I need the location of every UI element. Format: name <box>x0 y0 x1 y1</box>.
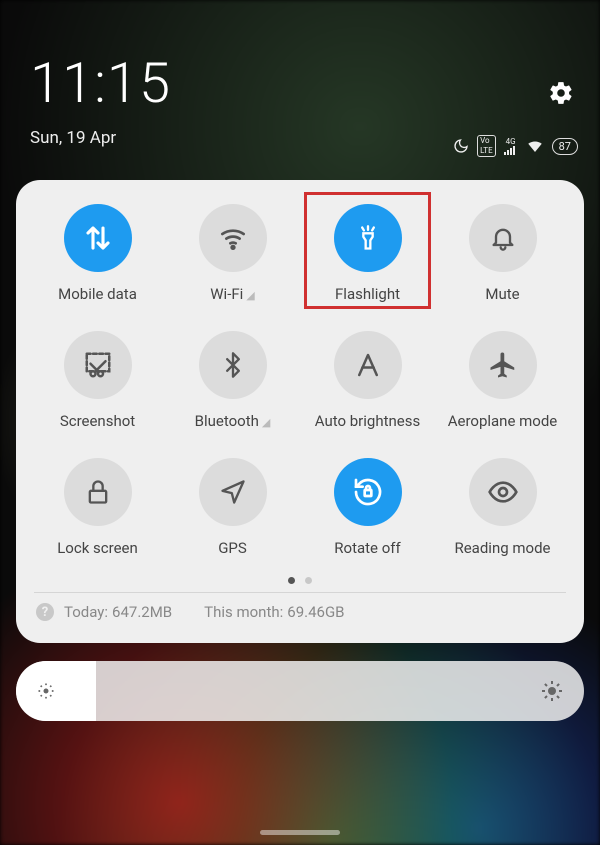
qs-tile-auto-brightness[interactable]: Auto brightness <box>300 331 435 430</box>
letter-a-icon <box>334 331 402 399</box>
quick-settings-grid: Mobile data Wi-Fi◢ Flashlight Mute Screensho… <box>30 204 570 557</box>
quick-settings-panel: Mobile data Wi-Fi◢ Flashlight Mute Screensho… <box>16 180 584 643</box>
qs-tile-mute[interactable]: Mute <box>435 204 570 303</box>
airplane-icon <box>469 331 537 399</box>
page-indicator[interactable] <box>30 577 570 584</box>
rotate-lock-icon <box>334 458 402 526</box>
lock-icon <box>64 458 132 526</box>
bell-icon <box>469 204 537 272</box>
brightness-high-icon <box>540 679 564 703</box>
battery-indicator: 87 <box>552 138 578 155</box>
qs-tile-reading-mode[interactable]: Reading mode <box>435 458 570 557</box>
data-usage-row[interactable]: ? Today: 647.2MB This month: 69.46GB <box>30 603 570 625</box>
tile-label: GPS <box>218 539 247 557</box>
status-bar: 11:15 Sun, 19 Apr Vo LTE 4G 87 <box>0 0 600 158</box>
tile-label: Auto brightness <box>315 412 420 430</box>
bluetooth-icon <box>199 331 267 399</box>
qs-tile-screenshot[interactable]: Screenshot <box>30 331 165 430</box>
qs-tile-aeroplane-mode[interactable]: Aeroplane mode <box>435 331 570 430</box>
qs-tile-rotate-off[interactable]: Rotate off <box>300 458 435 557</box>
tile-label: Screenshot <box>60 412 135 430</box>
settings-button[interactable] <box>548 80 574 106</box>
qs-tile-gps[interactable]: GPS <box>165 458 300 557</box>
usage-today-label: Today: <box>64 603 108 621</box>
tile-label: Wi-Fi◢ <box>210 285 255 303</box>
nav-arrow-icon <box>199 458 267 526</box>
tile-label: Aeroplane mode <box>448 412 558 430</box>
tile-label: Mute <box>485 285 519 303</box>
volte-icon: Vo LTE <box>477 135 496 157</box>
tile-label: Lock screen <box>57 539 138 557</box>
tile-label: Mobile data <box>58 285 137 303</box>
brightness-low-icon <box>36 681 56 701</box>
wifi-status-icon <box>526 137 544 155</box>
qs-tile-bluetooth[interactable]: Bluetooth◢ <box>165 331 300 430</box>
divider <box>34 592 566 593</box>
tile-label: Bluetooth◢ <box>195 412 271 430</box>
tile-label: Flashlight <box>335 285 400 303</box>
eye-icon <box>469 458 537 526</box>
help-icon: ? <box>36 603 54 621</box>
qs-tile-lock-screen[interactable]: Lock screen <box>30 458 165 557</box>
home-indicator[interactable] <box>260 830 340 835</box>
usage-today-value: 647.2MB <box>112 603 172 621</box>
qs-tile-mobile-data[interactable]: Mobile data <box>30 204 165 303</box>
brightness-slider[interactable] <box>16 661 584 721</box>
scissors-icon <box>64 331 132 399</box>
data-arrows-icon <box>64 204 132 272</box>
wifi-icon <box>199 204 267 272</box>
dnd-icon <box>453 138 469 154</box>
gear-icon <box>548 80 574 106</box>
qs-tile-flashlight[interactable]: Flashlight <box>300 204 435 303</box>
status-icons: Vo LTE 4G 87 <box>453 135 578 157</box>
mobile-signal-icon: 4G <box>504 138 518 155</box>
tile-label: Reading mode <box>454 539 550 557</box>
page-dot <box>305 577 312 584</box>
page-dot <box>288 577 295 584</box>
clock: 11:15 <box>30 50 570 116</box>
chevron-icon: ◢ <box>262 416 270 429</box>
usage-month-label: This month: <box>204 603 283 621</box>
tile-label: Rotate off <box>334 539 400 557</box>
usage-month-value: 69.46GB <box>287 603 344 621</box>
flashlight-icon <box>334 204 402 272</box>
qs-tile-wi-fi[interactable]: Wi-Fi◢ <box>165 204 300 303</box>
chevron-icon: ◢ <box>246 289 254 302</box>
